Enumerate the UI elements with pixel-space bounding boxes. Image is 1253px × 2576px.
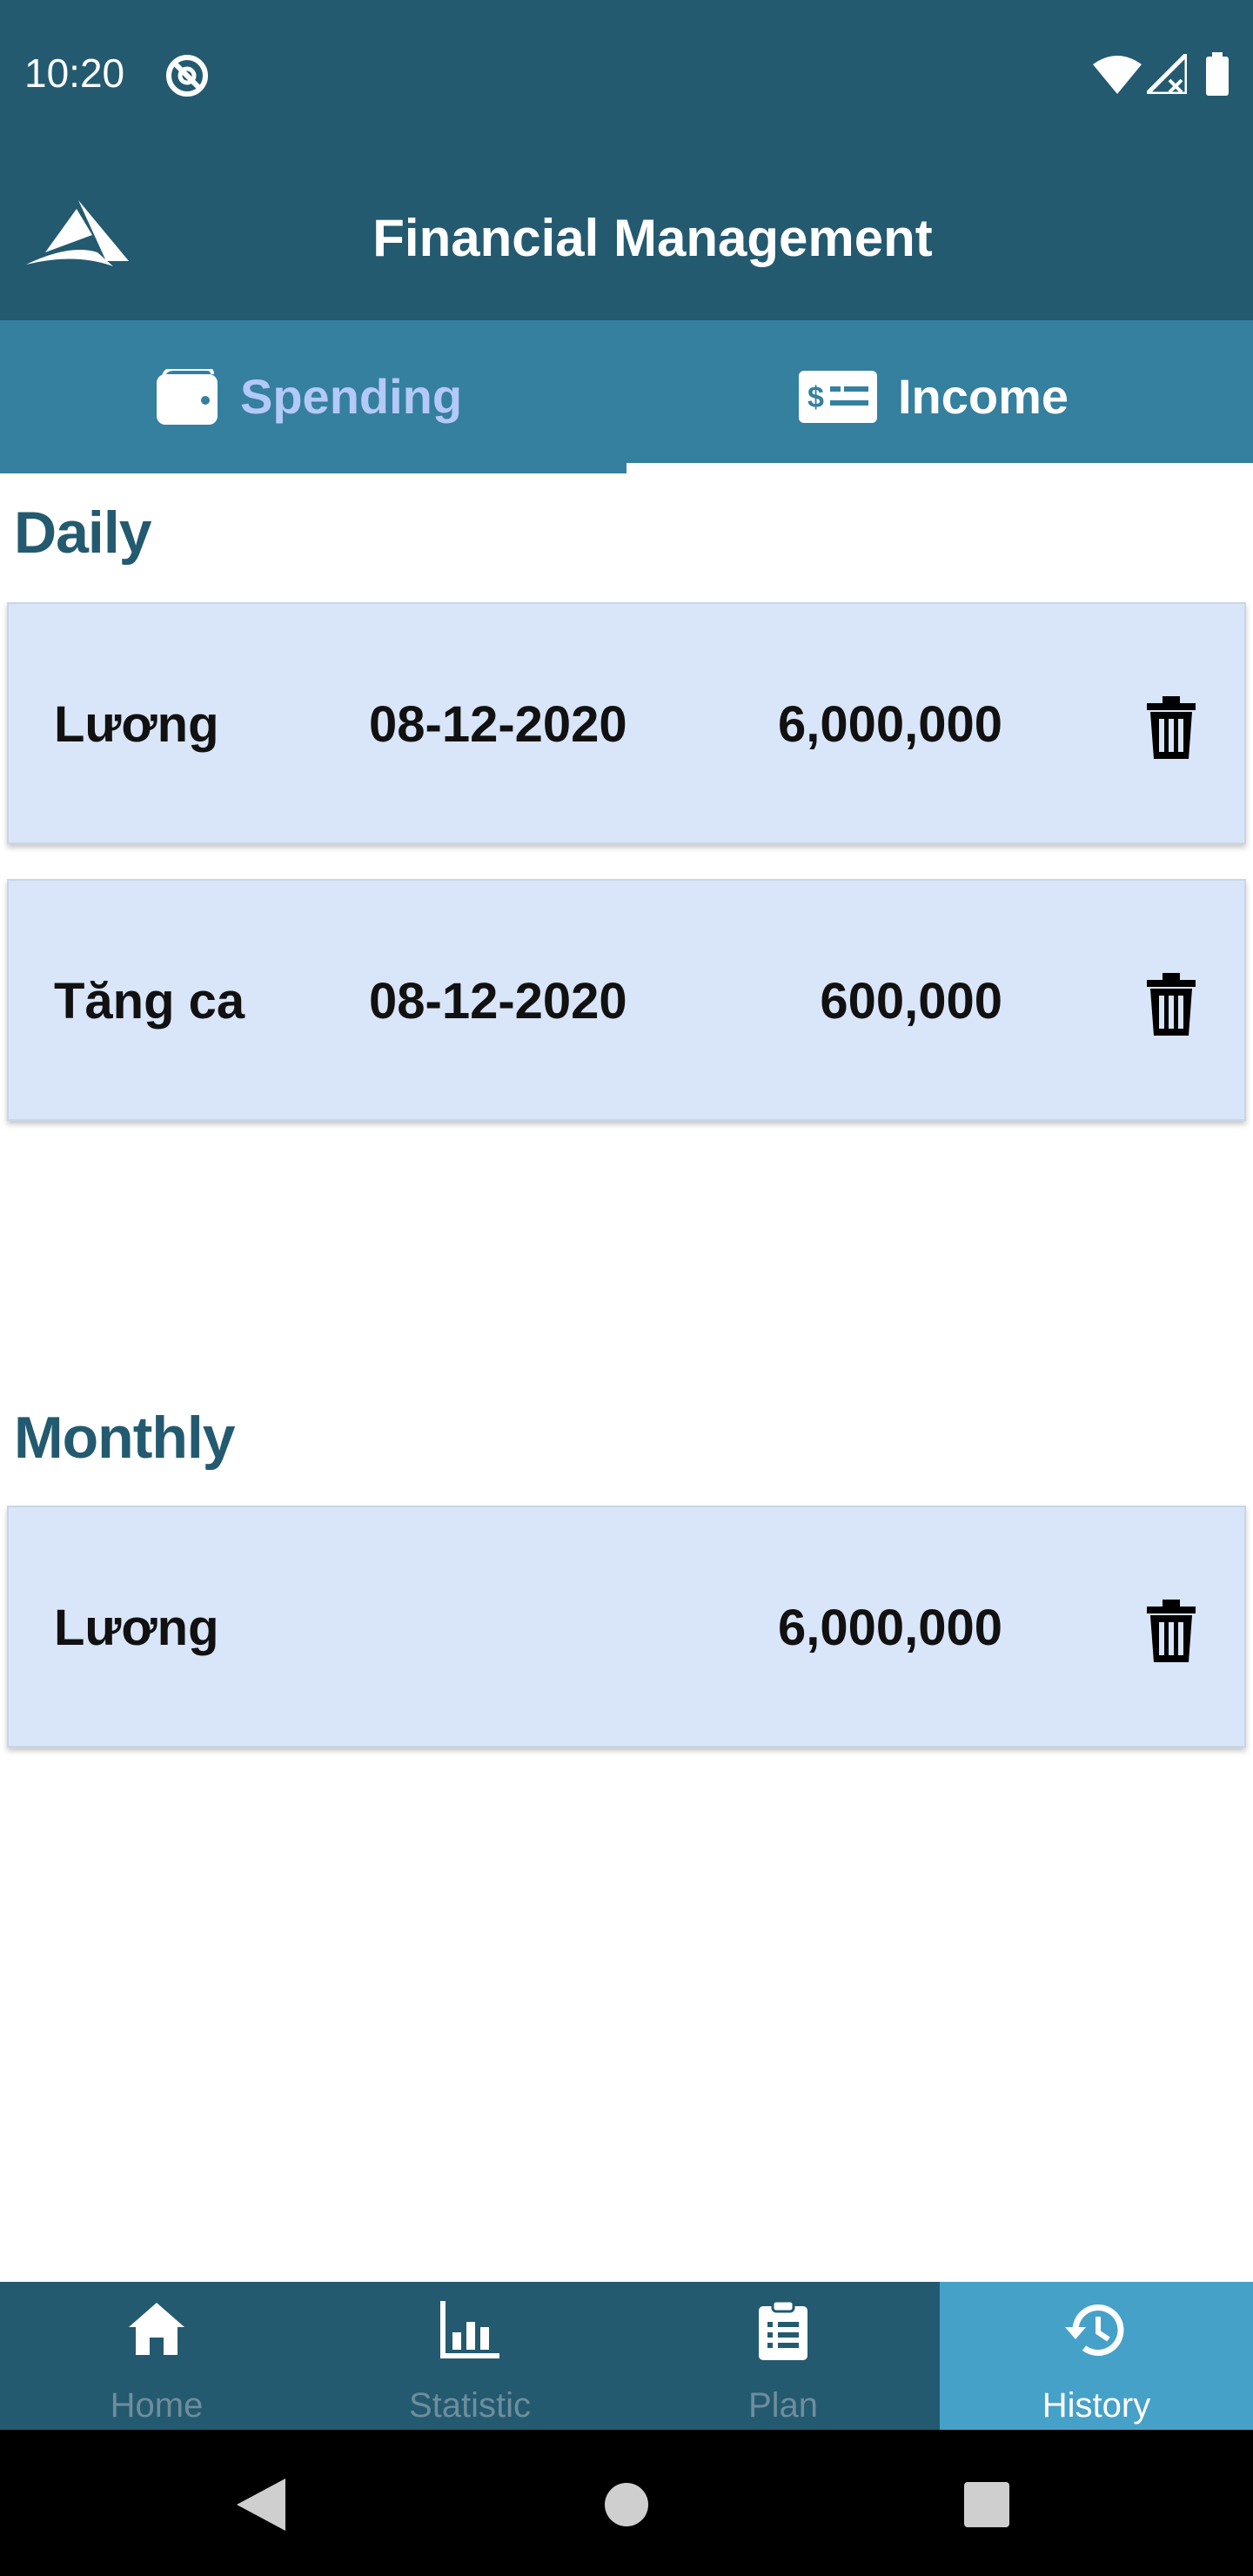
home-circle-icon[interactable] [604,2482,649,2527]
history-icon [1065,2304,1124,2356]
back-icon[interactable] [237,2479,285,2531]
nav-home[interactable]: Home [0,2282,313,2430]
item-name: Lương [54,696,219,753]
top-tabs: Spending $ Income [0,320,1253,473]
bottom-navigation: Home Statistic Plan History [0,2282,1253,2430]
home-icon [129,2303,184,2355]
item-name: Tăng ca [54,973,245,1030]
app-bar: Financial Management [0,153,1253,320]
item-date: 08-12-2020 [369,973,627,1030]
monthly-section-title: Monthly [14,1405,236,1471]
tab-spending-label: Spending [240,369,463,424]
status-time: 10:20 [24,50,125,96]
item-amount: 6,000,000 [777,1600,1002,1656]
tab-income[interactable]: $ Income [626,320,1253,473]
wallet-icon [157,369,218,425]
money-card-icon: $ [799,371,877,423]
item-name: Lương [54,1600,219,1656]
system-navigation-bar [0,2430,1253,2576]
recents-icon[interactable] [964,2482,1009,2527]
monthly-income-item[interactable]: Lương 6,000,000 [7,1506,1246,1748]
trash-icon[interactable] [1143,696,1199,759]
daily-section-title: Daily [14,500,152,566]
item-amount: 6,000,000 [777,696,1002,753]
nav-history[interactable]: History [940,2282,1253,2430]
status-bar: 10:20 [0,0,1253,153]
app-title: Financial Management [372,209,933,267]
nav-statistic-label: Statistic [408,2386,532,2425]
battery-icon [1206,52,1229,96]
wifi-icon [1093,56,1142,94]
signal-icon [1147,54,1187,94]
nav-history-label: History [1042,2386,1151,2425]
clipboard-list-icon [759,2301,807,2360]
trash-icon[interactable] [1143,973,1199,1036]
tab-income-label: Income [898,369,1069,424]
nav-plan-label: Plan [747,2386,819,2425]
item-date: 08-12-2020 [369,696,627,753]
bar-chart-icon [440,2301,499,2358]
item-amount: 600,000 [820,973,1002,1030]
tab-spending[interactable]: Spending [0,320,626,473]
nav-plan[interactable]: Plan [626,2282,940,2430]
daily-income-item[interactable]: Tăng ca 08-12-2020 600,000 [7,879,1246,1121]
svg-text:$: $ [807,381,824,414]
active-tab-indicator [626,463,1253,473]
daily-income-item[interactable]: Lương 08-12-2020 6,000,000 [7,602,1246,844]
do-not-disturb-icon [166,55,208,97]
nav-statistic[interactable]: Statistic [313,2282,626,2430]
trash-icon[interactable] [1143,1600,1199,1662]
nav-home-label: Home [110,2386,204,2425]
